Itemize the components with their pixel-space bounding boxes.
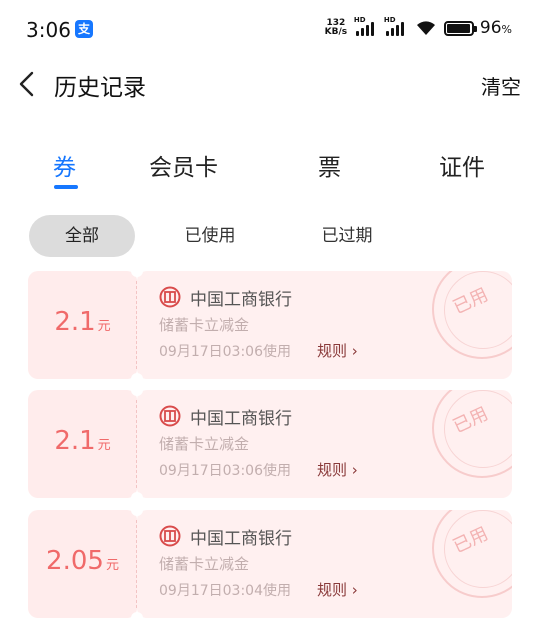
coupon-card[interactable]: 2.05 元 已用 中国工商银行 储蓄卡立减金 09月17日03:04使用 规则… [28,504,512,624]
filter-used[interactable]: 已使用 [160,215,260,257]
alipay-notification-icon: 支 [75,20,93,38]
used-stamp-text: 已用 [449,403,492,438]
chevron-right-icon: › [351,581,358,599]
icbc-logo-icon [159,286,181,308]
coupon-divider [136,520,137,608]
chevron-right-icon: › [351,342,358,360]
tab-tickets[interactable]: 票 [318,148,341,182]
coupon-description: 储蓄卡立减金 [159,435,250,453]
rules-link[interactable]: 规则 › [317,579,358,600]
coupon-card[interactable]: 2.1 元 已用 中国工商银行 储蓄卡立减金 09月17日03:06使用 规则 … [28,384,512,504]
battery-icon [443,20,477,36]
filter-all[interactable]: 全部 [29,215,135,257]
coupon-details-panel: 已用 中国工商银行 储蓄卡立减金 09月17日03:06使用 规则 › [137,390,512,498]
signal-hd-label-1: HD [353,16,366,24]
tab-membership-cards[interactable]: 会员卡 [149,148,218,182]
rules-link[interactable]: 规则 › [317,340,358,361]
used-time: 09月17日03:04使用 [159,583,291,599]
coupon-unit: 元 [97,438,111,453]
signal-hd-label-2: HD [383,16,396,24]
status-time: 3:06 [26,18,71,42]
coupon-divider [136,400,137,488]
coupon-amount: 2.1 [54,426,96,456]
battery-percent: 96% [479,18,512,38]
status-bar: 3:06 支 132 KB/s HD HD 96% [0,0,540,60]
clear-button[interactable]: 清空 [481,71,521,100]
status-right-group: 132 KB/s HD HD 96% [324,16,512,38]
coupon-details-panel: 已用 中国工商银行 储蓄卡立减金 09月17日03:06使用 规则 › [137,271,512,379]
bank-name: 中国工商银行 [190,290,292,310]
net-speed: 132 KB/s [324,19,348,37]
coupon-amount-panel: 2.05 元 [28,510,137,618]
bank-name: 中国工商银行 [190,529,292,549]
tab-certificates[interactable]: 证件 [439,148,485,182]
used-stamp-text: 已用 [449,523,492,558]
coupon-unit: 元 [105,558,119,573]
coupon-unit: 元 [97,319,111,334]
net-speed-unit: KB/s [324,27,348,37]
icbc-logo-icon [159,405,181,427]
signal-icon-2: HD [383,16,408,38]
category-tabs: 券 会员卡 票 证件 [0,148,540,194]
coupon-amount: 2.05 [46,546,104,576]
coupon-divider [136,281,137,369]
signal-icon-1: HD [353,16,378,38]
bank-name: 中国工商银行 [190,409,292,429]
coupon-description: 储蓄卡立减金 [159,316,250,334]
used-stamp: 已用 [432,510,512,598]
coupon-amount-panel: 2.1 元 [28,271,137,379]
coupon-amount-panel: 2.1 元 [28,390,137,498]
coupon-card[interactable]: 2.1 元 已用 中国工商银行 储蓄卡立减金 09月17日03:06使用 规则 … [28,265,512,385]
chevron-right-icon: › [351,461,358,479]
used-time: 09月17日03:06使用 [159,344,291,360]
coupon-amount: 2.1 [54,307,96,337]
used-stamp-text: 已用 [449,284,492,319]
used-stamp: 已用 [432,390,512,478]
wifi-icon [416,21,435,35]
rules-link[interactable]: 规则 › [317,459,358,480]
active-tab-indicator [54,185,78,189]
used-stamp: 已用 [432,271,512,359]
coupon-details-panel: 已用 中国工商银行 储蓄卡立减金 09月17日03:04使用 规则 › [137,510,512,618]
coupon-description: 储蓄卡立减金 [159,555,250,573]
used-time: 09月17日03:06使用 [159,463,291,479]
tab-coupons[interactable]: 券 [53,148,76,182]
back-arrow-icon[interactable] [16,70,40,98]
filter-expired[interactable]: 已过期 [297,215,397,257]
icbc-logo-icon [159,525,181,547]
page-title: 历史记录 [54,75,146,101]
